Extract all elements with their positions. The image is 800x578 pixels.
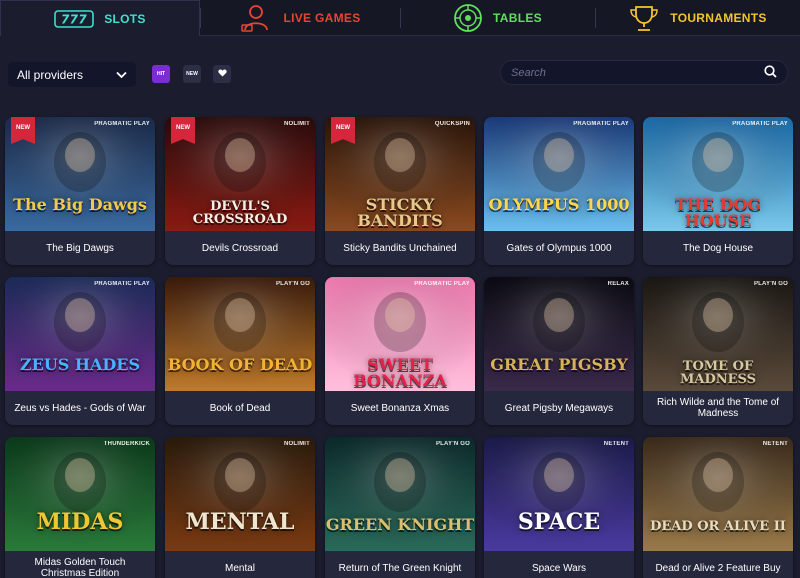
game-title[interactable]: Midas Golden Touch Christmas Edition bbox=[5, 551, 155, 578]
game-logo: SWEET BONANZA bbox=[353, 355, 447, 390]
filter-new-chip[interactable]: NEW bbox=[183, 65, 201, 83]
game-title[interactable]: Dead or Alive 2 Feature Buy bbox=[643, 551, 793, 578]
game-card[interactable]: BOOK OF DEAD PLAY'N GO Book of Dead bbox=[165, 277, 315, 425]
game-title[interactable]: Mental bbox=[165, 551, 315, 578]
slots-777-icon: 777 bbox=[54, 9, 95, 28]
chevron-down-icon bbox=[116, 68, 127, 82]
game-card[interactable]: SPACE NETENT Space Wars bbox=[484, 437, 634, 578]
game-title[interactable]: Space Wars bbox=[484, 551, 634, 578]
search-bar[interactable]: Search bbox=[500, 60, 788, 85]
tab-live-games[interactable]: LIVE GAMES bbox=[200, 0, 400, 36]
tab-tournaments[interactable]: TOURNAMENTS bbox=[595, 0, 800, 36]
provider-logo: NOLIMIT bbox=[283, 441, 310, 447]
game-logo: MENTAL bbox=[185, 509, 295, 535]
provider-logo: PRAGMATIC PLAY bbox=[94, 121, 150, 127]
game-title[interactable]: Zeus vs Hades - Gods of War bbox=[5, 391, 155, 425]
provider-logo: PRAGMATIC PLAY bbox=[573, 121, 629, 127]
tab-slots[interactable]: 777 SLOTS bbox=[0, 0, 200, 36]
provider-logo: NETENT bbox=[603, 441, 629, 447]
filter-hit-chip[interactable]: HIT bbox=[152, 65, 170, 83]
game-title[interactable]: The Big Dawgs bbox=[5, 231, 155, 265]
game-card[interactable]: GREAT PIGSBY RELAX Great Pigsby Megaways bbox=[484, 277, 634, 425]
game-logo: DEVIL'S CROSSROAD bbox=[192, 199, 288, 227]
game-title[interactable]: Return of The Green Knight bbox=[325, 551, 475, 578]
game-logo: MIDAS bbox=[36, 509, 124, 535]
game-card[interactable]: GREEN KNIGHT PLAY'N GO Return of The Green… bbox=[325, 437, 475, 578]
tab-live-games-label: LIVE GAMES bbox=[283, 11, 361, 25]
provider-logo: PLAY'N GO bbox=[753, 281, 788, 287]
game-card[interactable]: MIDAS THUNDERKICK Midas Golden Touch Chris… bbox=[5, 437, 155, 578]
game-logo: ZEUS HADES bbox=[19, 355, 141, 374]
provider-logo: NOLIMIT bbox=[283, 121, 310, 127]
tab-tables-label: TABLES bbox=[493, 11, 542, 25]
provider-select[interactable]: All providers bbox=[8, 62, 136, 87]
game-grid: The Big Dawgs NEW PRAGMATIC PLAY The Big Da… bbox=[0, 117, 800, 578]
provider-logo: PRAGMATIC PLAY bbox=[732, 121, 788, 127]
game-card[interactable]: SWEET BONANZA PRAGMATIC PLAY Sweet Bonanza… bbox=[325, 277, 475, 425]
provider-select-value: All providers bbox=[17, 67, 84, 82]
game-card[interactable]: TOME OF MADNESS PLAY'N GO Rich Wilde and t… bbox=[643, 277, 793, 425]
tab-slots-label: SLOTS bbox=[104, 11, 146, 26]
game-logo: TOME OF MADNESS bbox=[679, 359, 757, 387]
game-logo: DEAD OR ALIVE II bbox=[650, 519, 786, 534]
game-logo: THE DOG HOUSE bbox=[674, 195, 762, 230]
filter-bar: All providers HIT NEW Search bbox=[0, 60, 800, 88]
trophy-icon bbox=[628, 4, 660, 32]
game-card[interactable]: DEAD OR ALIVE II NETENT Dead or Alive 2 Fe… bbox=[643, 437, 793, 578]
search-icon[interactable] bbox=[764, 64, 777, 81]
game-title[interactable]: Devils Crossroad bbox=[165, 231, 315, 265]
game-logo: BOOK OF DEAD bbox=[167, 355, 313, 374]
tab-tournaments-label: TOURNAMENTS bbox=[670, 11, 767, 25]
game-logo: STICKY BANDITS bbox=[357, 195, 443, 230]
provider-logo: THUNDERKICK bbox=[103, 441, 150, 447]
search-input[interactable]: Search bbox=[511, 67, 546, 79]
svg-text:777: 777 bbox=[61, 12, 87, 26]
game-card[interactable]: ZEUS HADES PRAGMATIC PLAY Zeus vs Hades - … bbox=[5, 277, 155, 425]
game-title[interactable]: Sticky Bandits Unchained bbox=[325, 231, 475, 265]
game-card[interactable]: The Big Dawgs NEW PRAGMATIC PLAY The Big Da… bbox=[5, 117, 155, 265]
game-logo: The Big Dawgs bbox=[13, 195, 147, 214]
game-title[interactable]: The Dog House bbox=[643, 231, 793, 265]
roulette-icon bbox=[453, 3, 483, 33]
game-card[interactable]: MENTAL NOLIMIT Mental bbox=[165, 437, 315, 578]
game-card[interactable]: STICKY BANDITS NEW QUICKSPIN Sticky Bandits… bbox=[325, 117, 475, 265]
tab-tables[interactable]: TABLES bbox=[400, 0, 595, 36]
game-card[interactable]: THE DOG HOUSE PRAGMATIC PLAY The Dog House bbox=[643, 117, 793, 265]
provider-logo: PLAY'N GO bbox=[275, 281, 310, 287]
game-category-tabs: 777 SLOTS LIVE GAMES TABLES TOURNAMENTS bbox=[0, 0, 800, 36]
live-dealer-icon bbox=[239, 4, 273, 32]
provider-logo: NETENT bbox=[762, 441, 788, 447]
game-logo: GREAT PIGSBY bbox=[490, 355, 628, 374]
provider-logo: PRAGMATIC PLAY bbox=[94, 281, 150, 287]
heart-icon bbox=[217, 69, 227, 79]
game-card[interactable]: DEVIL'S CROSSROAD NEW NOLIMIT Devils Crossr… bbox=[165, 117, 315, 265]
provider-logo: PRAGMATIC PLAY bbox=[414, 281, 470, 287]
game-card[interactable]: OLYMPUS 1000 PRAGMATIC PLAY Gates of Olymp… bbox=[484, 117, 634, 265]
provider-logo: RELAX bbox=[607, 281, 629, 287]
provider-logo: QUICKSPIN bbox=[434, 121, 470, 127]
game-logo: GREEN KNIGHT bbox=[325, 515, 475, 534]
filter-favorites-chip[interactable] bbox=[213, 65, 231, 83]
game-title[interactable]: Gates of Olympus 1000 bbox=[484, 231, 634, 265]
game-title[interactable]: Great Pigsby Megaways bbox=[484, 391, 634, 425]
game-logo: SPACE bbox=[517, 509, 601, 535]
game-title[interactable]: Sweet Bonanza Xmas bbox=[325, 391, 475, 425]
game-title[interactable]: Rich Wilde and the Tome of Madness bbox=[643, 391, 793, 425]
game-title[interactable]: Book of Dead bbox=[165, 391, 315, 425]
provider-logo: PLAY'N GO bbox=[435, 441, 470, 447]
game-logo: OLYMPUS 1000 bbox=[488, 195, 630, 214]
